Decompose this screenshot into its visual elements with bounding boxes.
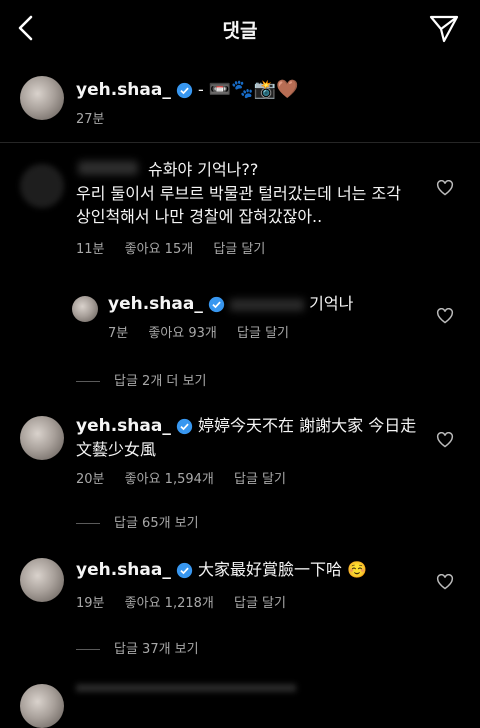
caption-emoji: 📼🐾📸🤎: [208, 79, 299, 100]
comment-line: yeh.shaa_ 婷婷今天不在 謝謝大家 今日走: [76, 414, 416, 437]
comment-time: 11분: [76, 242, 105, 257]
verified-badge-icon: [176, 82, 193, 99]
reply-button[interactable]: 답글 달기: [234, 596, 286, 611]
avatar[interactable]: [20, 416, 64, 460]
reply-time: 7분: [108, 326, 129, 341]
caption-username[interactable]: yeh.shaa_: [76, 80, 171, 100]
view-replies[interactable]: 답글 65개 보기: [76, 512, 199, 531]
comment-meta: 19분 좋아요 1,218개 답글 달기: [76, 592, 302, 611]
comment-username[interactable]: yeh.shaa_: [76, 416, 171, 436]
reply-text: 기억나: [309, 294, 354, 313]
comment-meta: 11분 좋아요 15개 답글 달기: [76, 238, 281, 257]
caption-divider: [0, 142, 480, 143]
comment-text-line1: 슈화야 기억나??: [148, 160, 259, 179]
comment-line: yeh.shaa_ 大家最好賞臉一下哈 ☺️: [76, 558, 367, 581]
comment-text-line3: 상인척해서 나만 경찰에 잡혀갔잖아..: [76, 207, 323, 226]
avatar[interactable]: [20, 558, 64, 602]
page-title: 댓글: [222, 20, 258, 42]
comment-text-line2: 우리 둘이서 루브르 박물관 털러갔는데 너는 조각: [76, 184, 401, 203]
caption-time: 27분: [76, 112, 105, 127]
username-blurred: [78, 161, 138, 175]
reply-button[interactable]: 답글 달기: [213, 242, 265, 257]
comment-meta: 20분 좋아요 1,594개 답글 달기: [76, 468, 302, 487]
top-bar: 댓글: [0, 0, 480, 56]
comment-likes[interactable]: 좋아요 1,218개: [125, 596, 214, 611]
avatar[interactable]: [20, 76, 64, 120]
comment-likes[interactable]: 좋아요 1,594개: [125, 472, 214, 487]
verified-badge-icon: [176, 418, 193, 435]
reply-button[interactable]: 답글 달기: [234, 472, 286, 487]
reply-line: yeh.shaa_ 기억나: [108, 292, 353, 315]
heart-outline-icon[interactable]: [436, 574, 454, 590]
verified-badge-icon: [176, 562, 193, 579]
blurred-text: [230, 298, 305, 311]
reply-button[interactable]: 답글 달기: [237, 326, 289, 341]
comment-text-line1: 婷婷今天不在 謝謝大家 今日走: [198, 416, 417, 435]
comment-text-line2: 文藝少女風: [76, 440, 157, 459]
comment-text: 大家最好賞臉一下哈 ☺️: [198, 560, 368, 579]
heart-outline-icon[interactable]: [436, 180, 454, 196]
comment-username[interactable]: yeh.shaa_: [76, 560, 171, 580]
verified-badge-icon: [208, 296, 225, 313]
view-replies[interactable]: 답글 37개 보기: [76, 638, 199, 657]
reply-meta: 7분 좋아요 93개 답글 달기: [108, 322, 305, 341]
comment-time: 20분: [76, 472, 105, 487]
comment-likes[interactable]: 좋아요 15개: [125, 242, 194, 257]
reply-likes[interactable]: 좋아요 93개: [148, 326, 217, 341]
avatar-blurred[interactable]: [20, 164, 64, 208]
heart-outline-icon[interactable]: [436, 308, 454, 324]
view-replies-label[interactable]: 답글 65개 보기: [114, 516, 199, 531]
reply-avatar[interactable]: [72, 296, 98, 322]
caption-line: yeh.shaa_ - 📼🐾📸🤎: [76, 78, 299, 101]
caption-separator: -: [198, 80, 209, 99]
partial-comment: [76, 684, 296, 692]
avatar-partial[interactable]: [20, 684, 64, 728]
view-replies-label[interactable]: 답글 37개 보기: [114, 642, 199, 657]
view-more-replies-label[interactable]: 답글 2개 더 보기: [114, 374, 206, 389]
send-paper-plane-icon[interactable]: [428, 14, 460, 44]
view-more-replies[interactable]: 답글 2개 더 보기: [76, 370, 206, 389]
comment-time: 19분: [76, 596, 105, 611]
heart-outline-icon[interactable]: [436, 432, 454, 448]
reply-username[interactable]: yeh.shaa_: [108, 294, 203, 314]
